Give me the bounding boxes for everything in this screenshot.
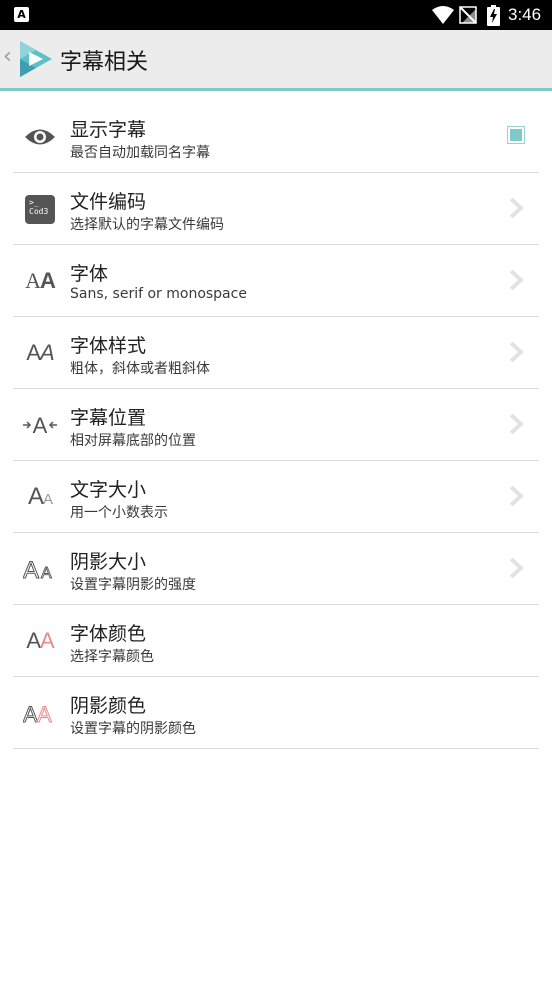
chevron-right-icon: [509, 413, 523, 435]
setting-subtitle: 相对屏幕底部的位置: [70, 433, 196, 449]
setting-shadow-color[interactable]: A A 阴影颜色 设置字幕的阴影颜色: [13, 677, 539, 749]
setting-title: 字体颜色: [70, 623, 147, 645]
font-style-icon: AA: [26, 340, 54, 365]
status-bar: A 3:46: [0, 0, 552, 30]
setting-font-style[interactable]: AA 字体样式 粗体，斜体或者粗斜体: [13, 317, 539, 389]
page-title: 字幕相关: [60, 50, 149, 75]
settings-list: 显示字幕 最否自动加载同名字幕 >_ Cod3 文件编码 选择默认的字幕文件编码…: [13, 101, 539, 749]
setting-subtitle: 设置字幕阴影的强度: [70, 577, 196, 593]
a-icon: A: [14, 7, 29, 22]
eye-icon: [23, 121, 57, 153]
svg-text:A: A: [23, 702, 38, 725]
chevron-right-icon: [509, 197, 523, 219]
shadow-color-icon: A A: [23, 697, 57, 729]
font-color-icon: AA: [26, 628, 54, 653]
chevron-right-icon: [509, 341, 523, 363]
text-size-icon: AA: [27, 483, 53, 510]
no-signal-icon: [459, 6, 477, 24]
setting-title: 文字大小: [70, 479, 147, 501]
app-logo[interactable]: [16, 39, 54, 79]
setting-subtitle: 最否自动加载同名字幕: [70, 145, 210, 161]
terminal-icon: >_ Cod3: [23, 193, 57, 225]
setting-subtitle-position[interactable]: A 字幕位置 相对屏幕底部的位置: [13, 389, 539, 461]
chevron-left-icon[interactable]: ‹: [3, 44, 12, 69]
battery-charging-icon: [487, 5, 500, 26]
font-family-icon: AA: [25, 268, 56, 293]
chevron-right-icon: [509, 269, 523, 291]
setting-subtitle: 选择字幕颜色: [70, 649, 154, 665]
setting-subtitle: 选择默认的字幕文件编码: [70, 217, 224, 233]
setting-title: 阴影大小: [70, 551, 147, 573]
shadow-size-icon: A A: [23, 553, 57, 585]
svg-text:A: A: [23, 557, 39, 581]
svg-text:A: A: [41, 565, 52, 581]
chevron-right-icon: [509, 485, 523, 507]
setting-font-color[interactable]: AA 字体颜色 选择字幕颜色: [13, 605, 539, 677]
setting-title: 字幕位置: [70, 407, 147, 429]
setting-subtitle: 用一个小数表示: [70, 505, 168, 521]
setting-subtitle: Sans, serif or monospace: [70, 286, 247, 302]
show-subtitles-checkbox[interactable]: [507, 126, 525, 144]
setting-title: 显示字幕: [70, 119, 147, 141]
setting-subtitle: 粗体，斜体或者粗斜体: [70, 361, 210, 377]
setting-title: 字体: [70, 263, 109, 285]
setting-title: 字体样式: [70, 335, 147, 357]
setting-show-subtitles[interactable]: 显示字幕 最否自动加载同名字幕: [13, 101, 539, 173]
setting-shadow-size[interactable]: A A 阴影大小 设置字幕阴影的强度: [13, 533, 539, 605]
subtitle-position-icon: A: [23, 409, 57, 441]
svg-text:A: A: [33, 413, 48, 437]
setting-title: 阴影颜色: [70, 695, 147, 717]
setting-text-size[interactable]: AA 文字大小 用一个小数表示: [13, 461, 539, 533]
setting-subtitle: 设置字幕的阴影颜色: [70, 721, 196, 737]
action-bar: ‹ 字幕相关: [0, 30, 552, 91]
svg-text:A: A: [37, 702, 52, 725]
clock: 3:46: [508, 5, 542, 24]
chevron-right-icon: [509, 557, 523, 579]
setting-font[interactable]: AA 字体 Sans, serif or monospace: [13, 245, 539, 317]
setting-title: 文件编码: [70, 191, 147, 213]
setting-file-encoding[interactable]: >_ Cod3 文件编码 选择默认的字幕文件编码: [13, 173, 539, 245]
wifi-icon: [432, 6, 454, 24]
